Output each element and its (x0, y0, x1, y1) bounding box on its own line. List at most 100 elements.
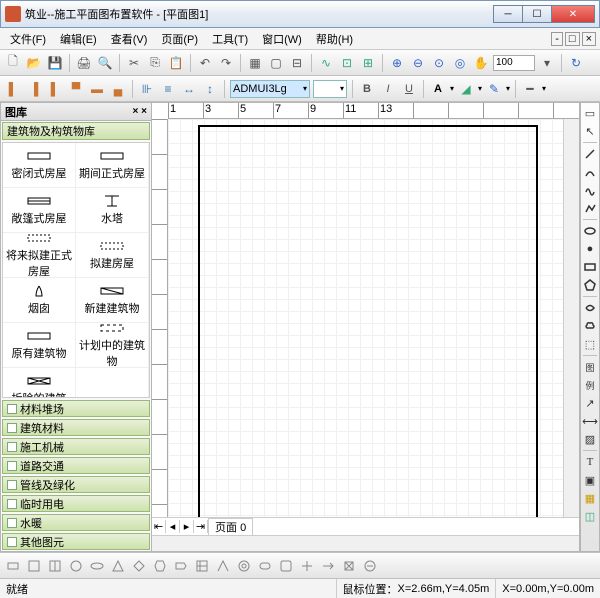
paste-icon[interactable]: 📋 (167, 54, 185, 72)
lib-item[interactable]: 新建建筑物 (76, 278, 149, 323)
cloud-tool-icon[interactable] (582, 318, 598, 334)
legend-tool-icon[interactable]: 图 (582, 359, 598, 375)
mdi-close[interactable]: × (582, 32, 596, 46)
same-w-icon[interactable]: ↔ (180, 80, 198, 98)
rect-tool-icon[interactable] (582, 259, 598, 275)
panel-close-icon[interactable]: × × (133, 106, 147, 117)
bold-icon[interactable]: B (358, 80, 376, 98)
lib-item[interactable]: 期间正式房屋 (76, 143, 149, 188)
closed-curve-icon[interactable] (582, 300, 598, 316)
cut-icon[interactable]: ✂ (125, 54, 143, 72)
align-hcenter-icon[interactable]: ▐ (25, 80, 43, 98)
lib-item[interactable]: 敞篷式房屋 (3, 188, 76, 233)
shape-icon[interactable] (109, 557, 127, 575)
font-combo[interactable]: ADMUI3Lg▾ (230, 80, 310, 98)
lib-category[interactable]: 其他图元 (2, 533, 150, 550)
spline-tool-icon[interactable] (582, 182, 598, 198)
line-color-icon[interactable]: ✎ (485, 80, 503, 98)
zoom-dropdown-icon[interactable]: ▾ (538, 54, 556, 72)
shape-icon[interactable] (235, 557, 253, 575)
dist-v-icon[interactable]: ≡ (159, 80, 177, 98)
text-tool-icon[interactable]: T (582, 454, 598, 470)
shape-icon[interactable] (277, 557, 295, 575)
shape-icon[interactable] (172, 557, 190, 575)
ruler-icon[interactable]: ⊟ (288, 54, 306, 72)
dist-h-icon[interactable]: ⊪ (138, 80, 156, 98)
maximize-button[interactable]: ☐ (522, 5, 552, 23)
dimension-tool-icon[interactable]: ⟷ (582, 413, 598, 429)
shape-icon[interactable] (4, 557, 22, 575)
lib-item[interactable]: 水塔 (76, 188, 149, 233)
lib-category[interactable]: 施工机械 (2, 438, 150, 455)
preview-icon[interactable]: 🔍 (96, 54, 114, 72)
zoom-input[interactable] (493, 55, 535, 71)
menu-file[interactable]: 文件(F) (4, 29, 52, 49)
menu-view[interactable]: 查看(V) (105, 29, 154, 49)
lib-item[interactable]: 密闭式房屋 (3, 143, 76, 188)
shape-icon[interactable] (25, 557, 43, 575)
menu-edit[interactable]: 编辑(E) (54, 29, 103, 49)
shape-icon[interactable] (214, 557, 232, 575)
curve-icon[interactable]: ∿ (317, 54, 335, 72)
circle-tool-icon[interactable]: ● (582, 241, 598, 257)
shape-icon[interactable] (46, 557, 64, 575)
shape-icon[interactable] (193, 557, 211, 575)
minimize-button[interactable]: ─ (493, 5, 523, 23)
lib-category[interactable]: 建筑材料 (2, 419, 150, 436)
hatch-tool-icon[interactable]: ▨ (582, 431, 598, 447)
fontsize-combo[interactable]: ▾ (313, 80, 347, 98)
polyline-tool-icon[interactable] (582, 200, 598, 216)
drawing-canvas[interactable] (168, 119, 563, 517)
ellipse-tool-icon[interactable] (582, 223, 598, 239)
align-top-icon[interactable]: ▀ (67, 80, 85, 98)
shape-icon[interactable] (88, 557, 106, 575)
italic-icon[interactable]: I (379, 80, 397, 98)
mdi-min[interactable]: - (551, 32, 563, 46)
zoom-in-icon[interactable]: ⊕ (388, 54, 406, 72)
snap-icon[interactable]: ▢ (267, 54, 285, 72)
align-right-icon[interactable]: ▌ (46, 80, 64, 98)
pan-icon[interactable]: ✋ (472, 54, 490, 72)
shape-icon[interactable] (298, 557, 316, 575)
library-category-active[interactable]: 建筑物及构筑物库 (2, 122, 150, 140)
lib-category[interactable]: 水暖 (2, 514, 150, 531)
lib-item[interactable]: 将来拟建正式房屋 (3, 233, 76, 278)
open-icon[interactable]: 📂 (25, 54, 43, 72)
arrow-tool-icon[interactable]: ↗ (582, 395, 598, 411)
align-vcenter-icon[interactable]: ▬ (88, 80, 106, 98)
shape-icon[interactable] (361, 557, 379, 575)
refresh-icon[interactable]: ↻ (567, 54, 585, 72)
align-left-icon[interactable]: ▌ (4, 80, 22, 98)
close-button[interactable]: ✕ (551, 5, 595, 23)
font-color-icon[interactable]: A (429, 80, 447, 98)
shape-icon[interactable] (151, 557, 169, 575)
line-tool-icon[interactable] (582, 146, 598, 162)
ungroup-icon[interactable]: ⊞ (359, 54, 377, 72)
shape-icon[interactable] (130, 557, 148, 575)
table-tool-icon[interactable]: ▦ (582, 490, 598, 506)
vertical-scrollbar[interactable] (563, 119, 579, 517)
zoom-page-icon[interactable]: ◎ (451, 54, 469, 72)
zoom-fit-icon[interactable]: ⊙ (430, 54, 448, 72)
redo-icon[interactable]: ↷ (217, 54, 235, 72)
polygon-tool-icon[interactable] (582, 277, 598, 293)
region-tool-icon[interactable]: ⬚ (582, 336, 598, 352)
group-icon[interactable]: ⊡ (338, 54, 356, 72)
menu-window[interactable]: 窗口(W) (256, 29, 308, 49)
lib-category[interactable]: 临时用电 (2, 495, 150, 512)
shape-icon[interactable] (319, 557, 337, 575)
arc-tool-icon[interactable] (582, 164, 598, 180)
grid-icon[interactable]: ▦ (246, 54, 264, 72)
menu-help[interactable]: 帮助(H) (310, 29, 359, 49)
tab-prev-icon[interactable]: ◂ (166, 520, 180, 533)
shape-icon[interactable] (67, 557, 85, 575)
mdi-restore[interactable]: □ (565, 32, 580, 46)
lib-category[interactable]: 材料堆场 (2, 400, 150, 417)
align-bottom-icon[interactable]: ▄ (109, 80, 127, 98)
zoom-out-icon[interactable]: ⊖ (409, 54, 427, 72)
new-icon[interactable]: 🗋 (4, 54, 22, 72)
tab-first-icon[interactable]: ⇤ (152, 520, 166, 533)
print-icon[interactable]: 🖨 (75, 54, 93, 72)
line-style-icon[interactable]: ━ (521, 80, 539, 98)
select-tool-icon[interactable]: ▭ (582, 105, 598, 121)
